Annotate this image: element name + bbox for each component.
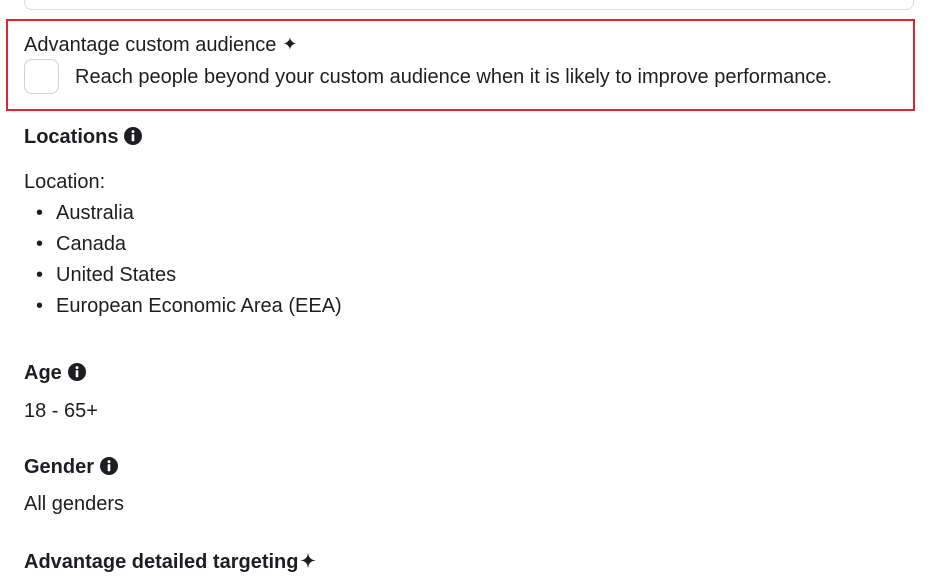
info-icon[interactable]: [100, 457, 119, 475]
advantage-custom-audience-checkbox-label[interactable]: Reach people beyond your custom audience…: [75, 64, 832, 90]
sparkle-icon: ✦: [300, 551, 316, 571]
list-item: • Canada: [36, 233, 127, 255]
locations-heading: Locations: [24, 124, 143, 150]
audience-settings-panel: Advantage custom audience ✦ Reach people …: [0, 0, 941, 583]
gender-value: All genders: [24, 493, 125, 515]
location-list: • Australia • Canada • United States • Europ…: [24, 198, 342, 322]
advantage-detailed-targeting-heading: Advantage detailed targeting ✦: [24, 548, 316, 575]
location-label: Location:: [24, 171, 106, 193]
list-item: • United States: [36, 264, 177, 286]
info-icon[interactable]: [67, 363, 86, 381]
info-icon[interactable]: [124, 127, 143, 145]
list-item: • European Economic Area (EEA): [36, 295, 342, 317]
previous-card-edge: [24, 0, 914, 10]
list-item: • Australia: [36, 202, 134, 224]
gender-heading: Gender: [24, 454, 119, 480]
sparkle-icon: ✦: [282, 34, 298, 54]
age-value: 18 - 65+: [24, 400, 98, 422]
advantage-custom-audience-title: Advantage custom audience ✦: [24, 31, 298, 58]
advantage-custom-audience-checkbox[interactable]: [24, 59, 59, 94]
age-heading: Age: [24, 360, 86, 386]
